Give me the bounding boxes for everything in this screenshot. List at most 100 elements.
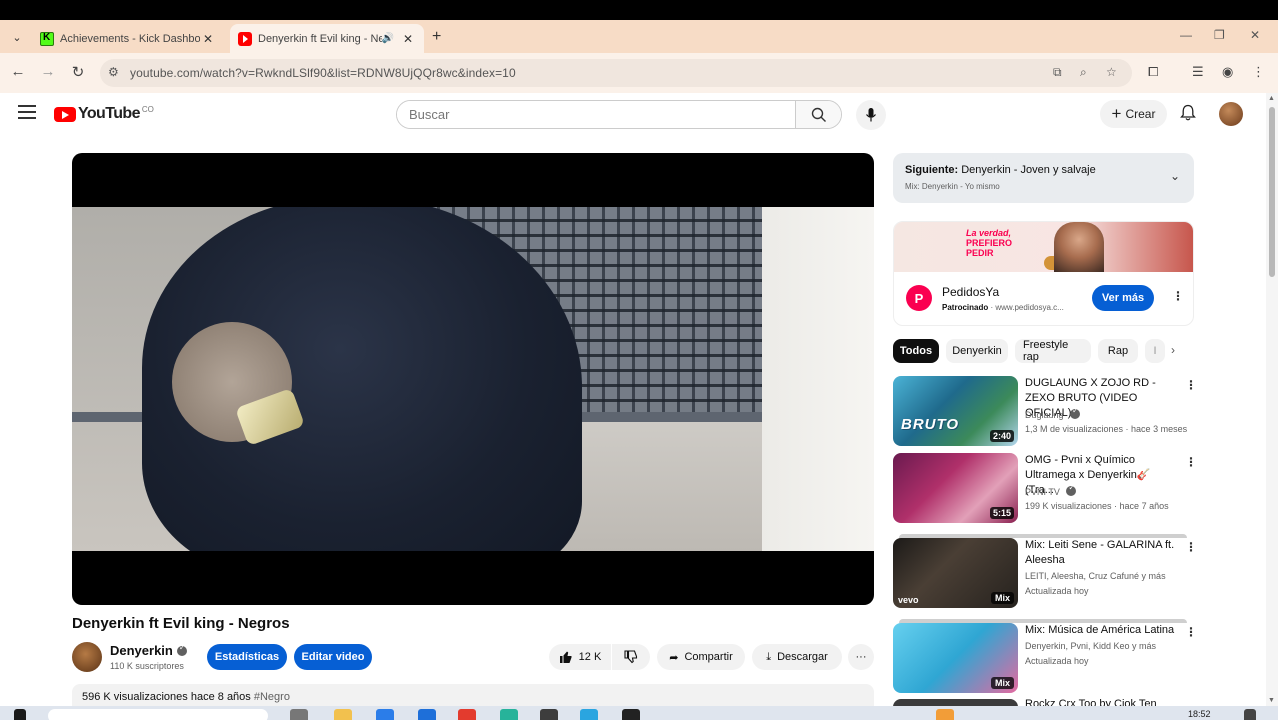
stats-button[interactable]: Estadísticas [207, 644, 287, 670]
search-box [396, 100, 842, 129]
store-icon[interactable] [418, 709, 436, 720]
filter-chips: Todos Denyerkin Freestyle rap Rap I › [893, 339, 1183, 363]
address-bar[interactable]: ⚙ youtube.com/watch?v=RwkndLSlf90&list=R… [100, 59, 1132, 87]
url-text[interactable]: youtube.com/watch?v=RwkndLSlf90&list=RDN… [130, 66, 516, 80]
channel-avatar[interactable] [72, 642, 102, 672]
bookmark-star-icon[interactable]: ☆ [1106, 65, 1117, 79]
up-next-panel[interactable]: Siguiente: Denyerkin - Joven y salvaje M… [893, 153, 1194, 203]
ad-cta-button[interactable]: Ver más [1092, 285, 1154, 311]
task-view-icon[interactable] [290, 709, 308, 720]
recommendation-item[interactable]: BRUTO 2:40 DUGLAUNG X ZOJO RD - ZEXO BRU… [893, 376, 1197, 448]
ad-banner-copy: La verdad, PREFIERO PEDIR [966, 228, 1012, 258]
forward-icon[interactable]: → [38, 63, 58, 80]
taskbar-search-box[interactable] [48, 709, 268, 720]
media-control-icon[interactable]: ☰ [1192, 64, 1204, 80]
ad-banner-image[interactable]: La verdad, PREFIERO PEDIR [894, 222, 1193, 272]
tab-search-chevron-icon[interactable]: ⌄ [6, 26, 28, 48]
profile-icon[interactable]: ◉ [1222, 64, 1233, 80]
tab-youtube-video[interactable]: Denyerkin ft Evil king - Neg 🔊 ✕ [230, 24, 424, 53]
channel-name[interactable]: Denyerkin [110, 643, 187, 658]
account-avatar[interactable] [1219, 102, 1243, 126]
download-button[interactable]: ⤓ Descargar [752, 644, 842, 670]
youtube-logo[interactable]: YouTube CO [54, 105, 154, 123]
chip-partial[interactable]: I [1145, 339, 1165, 363]
channel-name-text[interactable]: Denyerkin [110, 643, 173, 658]
search-button[interactable] [795, 101, 841, 128]
video-player[interactable] [72, 153, 874, 605]
scroll-down-arrow-icon[interactable]: ▼ [1268, 697, 1275, 704]
video-thumbnail[interactable]: 5:15 [893, 453, 1018, 523]
windows-start-icon[interactable] [14, 709, 26, 720]
speaker-icon[interactable]: 🔊 [382, 33, 394, 44]
recommendation-channel-name[interactable]: Duglaung [1025, 410, 1064, 420]
sponsored-ad-card[interactable]: La verdad, PREFIERO PEDIR P PedidosYa Pa… [893, 221, 1194, 326]
pedidosya-logo[interactable]: P [906, 285, 932, 311]
share-button[interactable]: ➦ Compartir [657, 644, 745, 670]
recommendation-item[interactable]: 5:15 OMG - Pvni x Químico Ultramega x De… [893, 453, 1197, 525]
zoom-icon[interactable]: ⌕ [1080, 65, 1087, 80]
extensions-icon[interactable]: ⧠ [1148, 64, 1158, 80]
chip-freestyle-rap[interactable]: Freestyle rap [1015, 339, 1091, 363]
app-icon[interactable] [580, 709, 598, 720]
app-icon[interactable] [500, 709, 518, 720]
mix-title[interactable]: Mix: Música de América Latina [1025, 623, 1175, 638]
dislike-button[interactable] [612, 644, 650, 670]
notifications-bell-icon[interactable] [1180, 104, 1196, 127]
recommendation-channel[interactable]: Duglaung [1025, 406, 1081, 420]
file-explorer-icon[interactable] [334, 709, 352, 720]
page-scrollbar[interactable]: ▲ ▼ [1266, 93, 1278, 706]
mix-thumbnail[interactable]: vevo Mix [893, 538, 1018, 608]
site-info-icon[interactable]: ⚙ [108, 65, 119, 79]
hamburger-menu-icon[interactable] [18, 105, 36, 119]
description-box[interactable]: 596 K visualizaciones hace 8 años #Negro [72, 684, 874, 708]
hashtag-link[interactable]: #Negro [254, 691, 290, 703]
sponsored-label: Patrocinado [942, 303, 989, 312]
like-button[interactable]: 12 K [549, 644, 611, 670]
more-vertical-icon[interactable]: ⋮ [1185, 625, 1197, 639]
tray-icon[interactable] [936, 709, 954, 720]
mix-thumbnail[interactable]: Mix [893, 623, 1018, 693]
video-thumbnail[interactable]: BRUTO 2:40 [893, 376, 1018, 446]
chip-rap[interactable]: Rap [1098, 339, 1138, 363]
close-tab-icon[interactable]: ✕ [200, 32, 216, 46]
more-vertical-icon[interactable]: ⋮ [1185, 378, 1197, 392]
new-tab-plus-icon[interactable]: + [432, 28, 441, 46]
clock[interactable]: 18:52 [1188, 709, 1211, 719]
create-label: Crear [1125, 107, 1156, 121]
chevron-down-icon[interactable]: ⌄ [1170, 169, 1180, 183]
more-vertical-icon[interactable]: ⋮ [1185, 455, 1197, 469]
search-input[interactable] [397, 101, 797, 128]
scroll-thumb[interactable] [1269, 107, 1275, 277]
mix-badge: Mix [990, 592, 1014, 604]
more-vertical-icon[interactable]: ⋮ [1185, 540, 1197, 554]
app-icon[interactable] [540, 709, 558, 720]
chip-denyerkin[interactable]: Denyerkin [946, 339, 1008, 363]
mix-item[interactable]: Mix Mix: Música de América Latina Denyer… [893, 619, 1197, 695]
chrome-icon[interactable] [458, 709, 476, 720]
close-tab-icon[interactable]: ✕ [400, 32, 416, 46]
recommendation-channel-name[interactable]: PVNI TV [1025, 487, 1060, 497]
chip-todos[interactable]: Todos [893, 339, 939, 363]
edit-video-button[interactable]: Editar video [294, 644, 372, 670]
minimize-icon[interactable]: — [1180, 28, 1192, 42]
mix-title[interactable]: Mix: Leiti Sene - GALARINA ft. Aleesha [1025, 538, 1175, 568]
restore-icon[interactable]: ❐ [1214, 28, 1225, 42]
chevron-right-icon[interactable]: › [1171, 343, 1175, 357]
scroll-up-arrow-icon[interactable]: ▲ [1268, 95, 1275, 102]
close-window-icon[interactable]: ✕ [1250, 28, 1260, 42]
app-icon[interactable] [622, 709, 640, 720]
edge-icon[interactable] [376, 709, 394, 720]
advertiser-name[interactable]: PedidosYa [942, 285, 999, 299]
create-button[interactable]: + Crear [1100, 100, 1167, 128]
back-icon[interactable]: ← [8, 63, 28, 80]
more-actions-button[interactable]: ··· [848, 644, 874, 670]
mix-item[interactable]: vevo Mix Mix: Leiti Sene - GALARINA ft. … [893, 534, 1197, 610]
cast-icon[interactable]: ⧉ [1053, 65, 1062, 80]
recommendation-channel[interactable]: PVNI TV [1025, 483, 1077, 497]
tab-kick-dashboard[interactable]: Achievements - Kick Dashboard ✕ [32, 24, 224, 53]
browser-menu-icon[interactable]: ⋮ [1252, 64, 1265, 80]
voice-search-button[interactable] [856, 100, 886, 130]
more-vertical-icon[interactable]: ⋮ [1172, 289, 1184, 303]
notification-center-icon[interactable] [1244, 709, 1256, 720]
reload-icon[interactable]: ↻ [68, 63, 88, 81]
